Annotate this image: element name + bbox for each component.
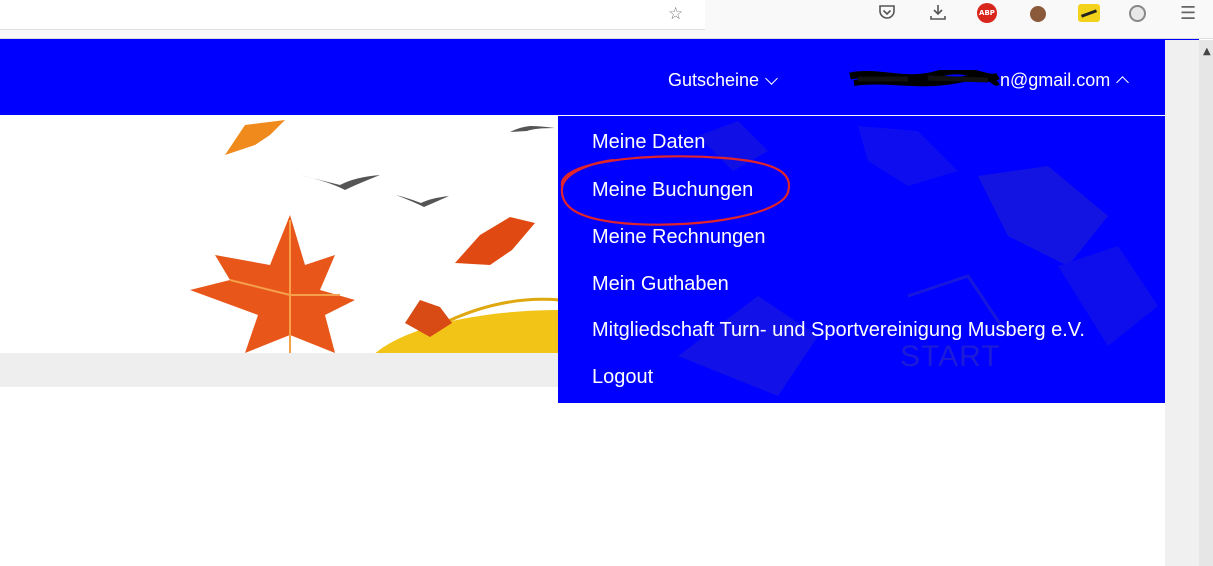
nav-gutscheine-label: Gutscheine [668,70,760,90]
redaction-scribble [849,70,1000,87]
hamburger-menu-icon[interactable]: ☰ [1180,3,1196,25]
cookie-icon[interactable] [1030,6,1046,22]
menu-item-mein-guthaben[interactable]: Mein Guthaben [592,272,729,296]
browser-toolbar: ☆ ABP ☰ [0,0,1213,39]
extension-icon[interactable] [1078,4,1100,22]
download-icon[interactable] [929,3,947,27]
chevron-down-icon [765,72,778,85]
content-scrollbar[interactable] [1165,40,1199,566]
adblock-icon[interactable]: ABP [977,3,997,23]
red-circle-annotation [560,155,791,226]
page-scrollbar[interactable] [1199,40,1213,566]
maple-leaf-icon [190,215,355,353]
start-watermark: START [900,340,1001,373]
pocket-icon[interactable] [878,3,896,27]
account-email: n@gmail.com [1000,70,1111,90]
extension-icon[interactable] [1129,5,1146,22]
star-icon[interactable]: ☆ [668,3,683,25]
site-header: Gutscheine n@gmail.com [0,39,1199,115]
chevron-up-icon [1116,76,1130,89]
url-bar[interactable] [0,0,705,30]
nav-account-menu[interactable]: n@gmail.com [848,69,1130,91]
nav-gutscheine[interactable]: Gutscheine [668,69,778,91]
menu-item-logout[interactable]: Logout [592,365,653,389]
menu-item-mitgliedschaft[interactable]: Mitgliedschaft Turn- und Sportvereinigun… [592,318,1085,342]
scroll-up-arrow-icon[interactable]: ▲ [1203,46,1211,57]
